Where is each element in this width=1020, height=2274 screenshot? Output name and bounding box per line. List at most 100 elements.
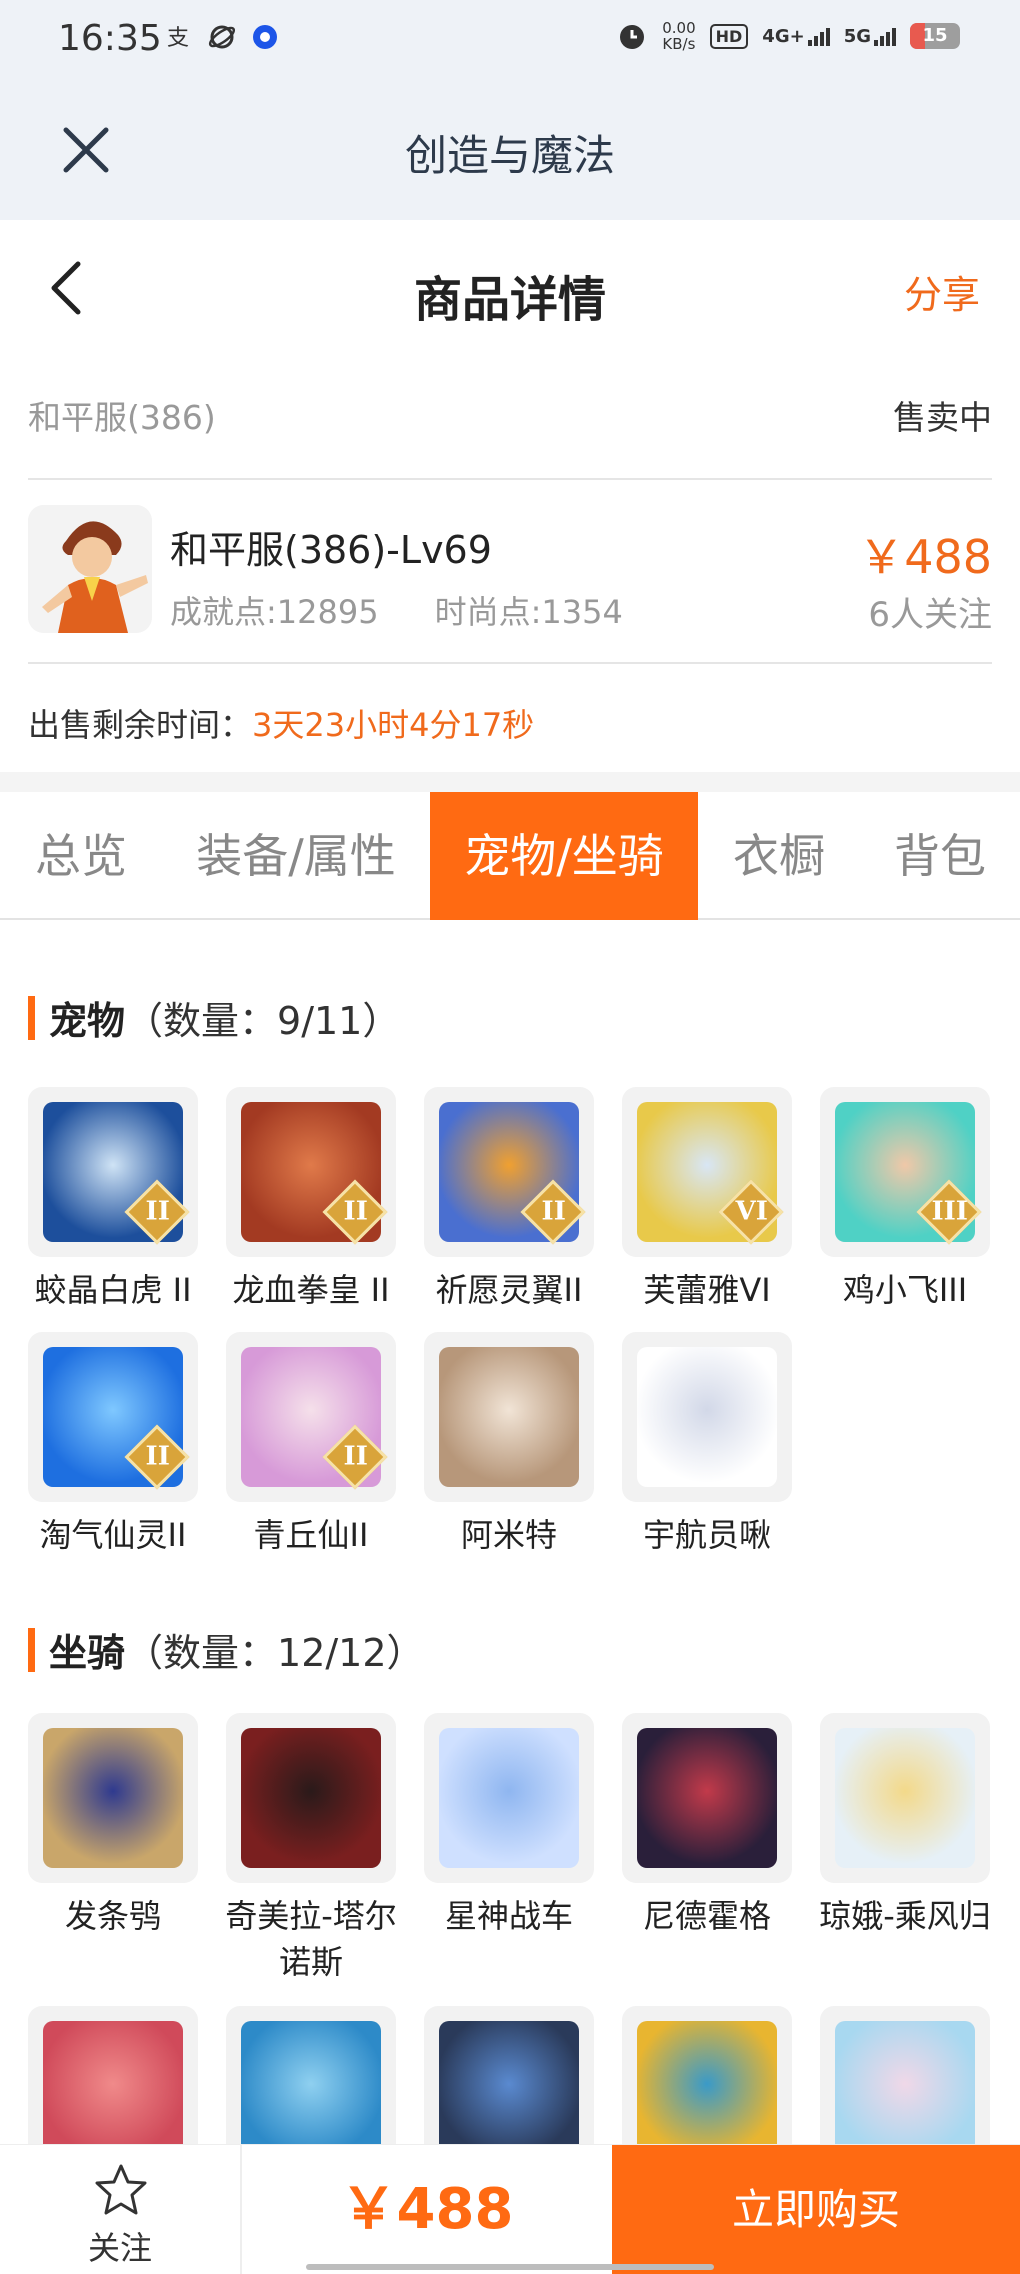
section-gap [0, 772, 1020, 792]
remaining-time-value: 3天23小时4分17秒 [252, 706, 535, 744]
tab-bar: 总览 装备/属性 宠物/坐骑 衣橱 背包 [0, 792, 1020, 920]
item-thumbnail: II [28, 1087, 198, 1257]
item-thumbnail [226, 1713, 396, 1883]
item-thumbnail: II [424, 1087, 594, 1257]
item-name: 蛟晶白虎 II [34, 1271, 192, 1309]
app-title: 创造与魔法 [404, 131, 615, 180]
follow-label: 关注 [87, 2229, 152, 2267]
tab-backpack[interactable]: 背包 [860, 792, 1020, 920]
tab-equipment[interactable]: 装备/属性 [162, 792, 430, 920]
grid-item[interactable]: 尼德霍格 [622, 1713, 792, 1939]
status-bar: 16:35 支 0.00 KB/s HD 4G+ 5G 15 [0, 0, 1020, 80]
page-title: 商品详情 [413, 272, 606, 328]
fashion-points: 时尚点:1354 [434, 593, 623, 631]
status-time: 16:35 [58, 18, 162, 59]
pets-section-title: 宠物 （数量：9/11） [28, 990, 400, 1045]
speed-value: 0.00 [662, 19, 696, 37]
grid-item[interactable]: 奇美拉-塔尔诺斯 [225, 1713, 397, 1985]
item-artwork [637, 2021, 777, 2161]
grid-item[interactable]: 星神战车 [424, 1713, 594, 1939]
grid-item[interactable]: 宇航员啾 [622, 1332, 792, 1558]
alipay-icon: 支 [167, 26, 189, 51]
item-name: 尼德霍格 [642, 1897, 771, 1935]
item-name: 奇美拉-塔尔诺斯 [225, 1897, 397, 1981]
item-name: 青丘仙II [253, 1516, 369, 1554]
rank-label: II [343, 1441, 368, 1472]
signal-5g: 5G [844, 26, 896, 46]
section-accent [28, 1627, 35, 1672]
item-name: 宇航员啾 [642, 1516, 771, 1554]
item-thumbnail [424, 1332, 594, 1502]
hd-badge: HD [709, 23, 749, 49]
divider [28, 478, 992, 480]
item-thumbnail: II [226, 1087, 396, 1257]
section-accent [28, 995, 35, 1040]
item-thumbnail: VI [622, 1087, 792, 1257]
item-artwork [439, 2021, 579, 2161]
net1-label: 4G+ [762, 26, 805, 47]
bottom-price: ￥488 [340, 2177, 514, 2242]
rank-label: III [931, 1196, 968, 1227]
battery-level: 15 [922, 25, 948, 46]
share-button[interactable]: 分享 [904, 264, 980, 319]
item-name: 淘气仙灵II [39, 1516, 187, 1554]
planet-icon [208, 25, 236, 49]
remaining-time: 出售剩余时间：3天23小时4分17秒 [28, 700, 534, 746]
pets-count: （数量：9/11） [125, 999, 401, 1043]
item-artwork [439, 1728, 579, 1868]
grid-item[interactable]: 琼娥-乘风归 [819, 1713, 991, 1939]
grid-item[interactable]: II 蛟晶白虎 II [28, 1087, 198, 1313]
item-artwork [43, 2021, 183, 2161]
item-thumbnail [424, 1713, 594, 1883]
grid-item[interactable]: 发条鸮 [28, 1713, 198, 1939]
item-artwork [835, 2021, 975, 2161]
item-thumbnail: III [820, 1087, 990, 1257]
item-thumbnail: II [226, 1332, 396, 1502]
tab-pets-mounts[interactable]: 宠物/坐骑 [430, 792, 698, 920]
item-name: 星神战车 [444, 1897, 573, 1935]
item-name: 芙蕾雅VI [643, 1271, 771, 1309]
mounts-section-title: 坐骑 （数量：12/12） [28, 1622, 425, 1677]
grid-item[interactable]: 阿米特 [424, 1332, 594, 1558]
mounts-count: （数量：12/12） [125, 1631, 425, 1675]
grid-item[interactable]: VI 芙蕾雅VI [622, 1087, 792, 1313]
pets-title: 宠物 [49, 999, 126, 1043]
grid-item[interactable]: II 龙血拳皇 II [226, 1087, 396, 1313]
page-header: 商品详情 分享 [0, 220, 1020, 355]
net2-label: 5G [843, 26, 871, 47]
battery-icon: 15 [910, 23, 960, 49]
item-name: 阿米特 [460, 1516, 557, 1554]
product-summary: 和平服(386)-Lv69 成就点:12895 时尚点:1354 ￥488 6人… [28, 505, 992, 635]
signal-4g: 4G+ [762, 26, 830, 47]
item-artwork [439, 1347, 579, 1487]
svg-text:支: 支 [167, 26, 189, 51]
grid-item[interactable]: II 青丘仙II [226, 1332, 396, 1558]
item-artwork [637, 1347, 777, 1487]
product-name: 和平服(386)-Lv69 [170, 528, 492, 572]
home-indicator[interactable] [306, 2264, 714, 2270]
rank-label: II [343, 1196, 368, 1227]
item-name: 琼娥-乘风归 [819, 1897, 991, 1935]
item-thumbnail [622, 1332, 792, 1502]
server-row: 和平服(386) 售卖中 [28, 385, 992, 445]
item-name: 发条鸮 [64, 1897, 161, 1935]
tab-overview[interactable]: 总览 [0, 792, 162, 920]
item-name: 龙血拳皇 II [232, 1271, 390, 1309]
item-artwork [241, 1728, 381, 1868]
grid-item[interactable]: III 鸡小飞III [820, 1087, 990, 1313]
achievement-points: 成就点:12895 [170, 593, 379, 631]
item-thumbnail [28, 1713, 198, 1883]
follow-button[interactable]: 关注 [0, 2145, 242, 2274]
buy-now-button[interactable]: 立即购买 [612, 2145, 1020, 2274]
grid-item[interactable]: II 淘气仙灵II [28, 1332, 198, 1558]
alarm-icon [620, 25, 645, 49]
character-avatar [28, 505, 152, 633]
item-name: 鸡小飞III [842, 1271, 968, 1309]
grid-item[interactable]: II 祈愿灵翼II [424, 1087, 594, 1313]
followers-count: 6人关注 [868, 595, 992, 635]
rank-label: II [145, 1441, 170, 1472]
item-thumbnail [622, 1713, 792, 1883]
item-thumbnail [820, 1713, 990, 1883]
tab-wardrobe[interactable]: 衣橱 [698, 792, 860, 920]
system-indicators: 0.00 KB/s HD 4G+ 5G 15 [616, 20, 960, 52]
